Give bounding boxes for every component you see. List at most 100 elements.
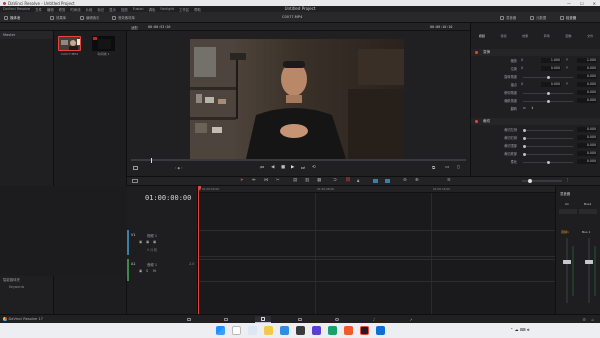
softness-slider[interactable] [523, 160, 573, 164]
task-view-icon[interactable] [248, 326, 257, 335]
page-edit[interactable] [255, 316, 271, 323]
slider-knob[interactable] [523, 136, 526, 140]
edit-index-button[interactable]: 编辑索引 [80, 15, 100, 20]
match-frame-icon[interactable]: ⧉ [432, 165, 435, 171]
section-transform[interactable]: 变换 [471, 49, 600, 56]
trim-tool-icon[interactable]: ⇹ [252, 178, 256, 183]
overwrite-icon[interactable]: ▯ [457, 165, 459, 170]
snapping-icon[interactable]: ⊃ [333, 178, 337, 183]
section-crop[interactable]: 裁切 [471, 118, 600, 125]
project-manager-icon[interactable]: ⌂ [591, 317, 594, 322]
softness-field[interactable]: 0.000 [577, 159, 597, 164]
track-lock-icon[interactable]: ▣ [139, 269, 142, 273]
fader-a1[interactable] [563, 260, 571, 264]
mixer-input-a1[interactable] [559, 209, 577, 214]
flag-icon[interactable] [373, 179, 378, 183]
crop-bottom-field[interactable]: 0.000 [577, 151, 597, 156]
zoom-select[interactable]: 适配 [131, 25, 138, 30]
slider-knob[interactable] [523, 152, 526, 156]
crop-left-field[interactable]: 0.000 [577, 127, 597, 132]
crop-right-field[interactable]: 0.000 [577, 135, 597, 140]
play-icon[interactable]: ▶ [291, 165, 294, 170]
flip-vertical-icon[interactable]: ⇕ [531, 106, 534, 110]
jkl-icon[interactable]: ‹ ◆ › [175, 166, 182, 170]
timeline-view-icon[interactable] [132, 179, 138, 183]
tab-effects[interactable]: 效果 [522, 34, 528, 38]
enable-dot-icon[interactable] [475, 120, 478, 123]
fader-bus1[interactable] [585, 260, 593, 264]
anchor-y-field[interactable]: 0.000 [577, 82, 597, 87]
playhead[interactable] [198, 186, 199, 314]
audio-meter-icon[interactable]: ⫶ [567, 178, 568, 184]
blade-tool-icon[interactable]: ✂ [276, 178, 280, 183]
linked-selection-icon[interactable]: ⛓ [345, 178, 351, 183]
reverse-play-icon[interactable]: ◀ [271, 165, 274, 170]
file-explorer-icon[interactable] [264, 326, 273, 335]
mixer-button[interactable]: 混音器 [500, 15, 516, 20]
tab-audio[interactable]: 音频 [500, 34, 506, 38]
maximize-icon[interactable]: ☐ [580, 1, 584, 6]
position-lock-icon[interactable]: 🔒︎ [357, 178, 359, 184]
page-cut[interactable] [218, 316, 234, 323]
settings-icon[interactable]: ⚙ [582, 317, 586, 322]
previous-icon[interactable]: ⏮ [260, 165, 264, 171]
marker-icon[interactable] [385, 179, 390, 183]
pitch-field[interactable]: 0.000 [577, 90, 597, 95]
anchor-x-field[interactable]: 0.000 [541, 82, 561, 87]
crop-top-slider[interactable] [523, 144, 573, 148]
page-color[interactable] [329, 316, 345, 323]
replace-clip-icon[interactable]: ▦ [317, 178, 321, 183]
tab-image[interactable]: 图像 [565, 34, 571, 38]
viewer-scrubber[interactable] [131, 157, 466, 163]
volume-knob[interactable] [528, 178, 532, 183]
pitch-slider[interactable] [523, 91, 573, 95]
stop-icon[interactable]: ■ [281, 165, 285, 170]
insert-clip-icon[interactable]: ▤ [293, 178, 297, 183]
search-icon[interactable] [232, 326, 241, 335]
timeline-name[interactable]: C0077.MP4 [282, 15, 302, 19]
system-tray-icons[interactable]: ⌃ ☁ ⌨ 🔊︎ [510, 327, 529, 332]
page-media[interactable] [181, 316, 197, 323]
position-y-field[interactable]: 0.000 [577, 66, 597, 71]
track-lock-icon[interactable]: ▣ [139, 240, 142, 244]
track-solo-icon[interactable]: S [146, 269, 148, 273]
tab-file[interactable]: 文件 [587, 34, 593, 38]
next-icon[interactable]: ⏭ [301, 165, 305, 171]
video-frame[interactable] [190, 39, 404, 159]
crop-left-slider[interactable] [523, 128, 573, 132]
viewer-mode-icon[interactable] [133, 166, 138, 170]
slider-knob[interactable] [523, 144, 526, 148]
selection-tool-icon[interactable]: ➤ [240, 178, 244, 183]
metadata-button[interactable]: 元数据 [530, 15, 546, 20]
rotation-slider[interactable] [523, 75, 573, 79]
timeline-ruler[interactable]: 01:00:00:00 01:00:08:00 01:00:16:00 [198, 186, 555, 193]
zoom-in-timeline-icon[interactable]: ⊕ [415, 178, 419, 183]
app-icon-orange[interactable] [344, 326, 353, 335]
timeline-options-icon[interactable]: ≡ [447, 178, 451, 183]
slider-knob[interactable] [523, 128, 526, 132]
app-icon-purple[interactable] [312, 326, 321, 335]
page-deliver[interactable]: ➚ [403, 316, 419, 323]
store-icon[interactable] [296, 326, 305, 335]
timeline-body[interactable]: 01:00:00:00 01:00:08:00 01:00:16:00 [198, 186, 555, 314]
track-mute-icon[interactable]: M [153, 269, 156, 273]
mixer-input-bus1[interactable] [579, 209, 597, 214]
position-x-field[interactable]: 0.000 [541, 66, 561, 71]
minimize-icon[interactable]: — [567, 1, 571, 6]
track-visibility-icon[interactable]: ▣ [153, 240, 156, 244]
slider-knob[interactable] [547, 75, 550, 79]
flip-horizontal-icon[interactable]: ⇔ [523, 106, 526, 110]
insert-icon[interactable]: ▭ [445, 165, 449, 170]
dynamic-trim-icon[interactable]: ⋈ [264, 178, 268, 183]
zoom-out-timeline-icon[interactable]: ⊖ [403, 178, 407, 183]
zoom-x-field[interactable]: 1.000 [541, 58, 561, 63]
enable-dot-icon[interactable] [475, 51, 478, 54]
tab-video[interactable]: 视频 [479, 34, 485, 38]
effects-button[interactable]: 效果库 [50, 15, 66, 20]
page-fairlight[interactable]: ♪ [366, 316, 382, 323]
loop-icon[interactable]: ⟲ [312, 165, 316, 170]
crop-bottom-slider[interactable] [523, 152, 573, 156]
slider-knob[interactable] [547, 99, 550, 103]
track-name[interactable]: 音频 1 [147, 262, 157, 267]
track-name[interactable]: 视频 1 [147, 233, 157, 238]
